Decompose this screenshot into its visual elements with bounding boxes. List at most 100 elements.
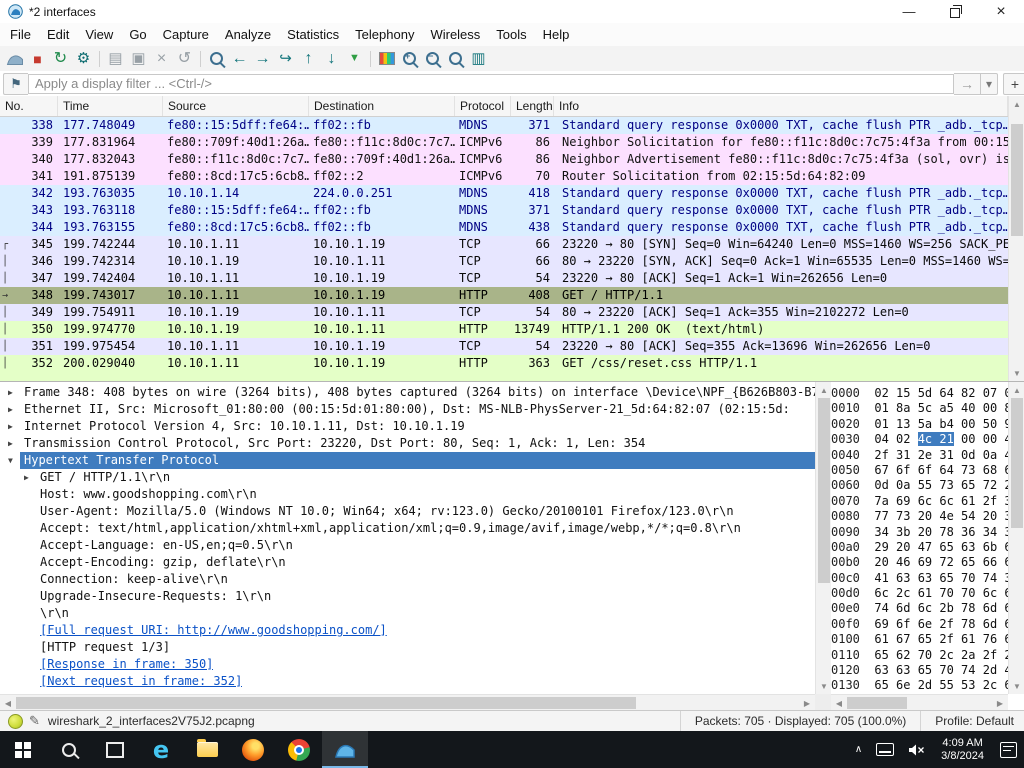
- packet-row[interactable]: 342193.76303510.10.1.14224.0.0.251MDNS41…: [0, 185, 1008, 202]
- last-packet-icon[interactable]: ↓: [320, 48, 343, 70]
- column-header-protocol[interactable]: Protocol: [455, 96, 511, 116]
- hex-line[interactable]: 0110 65 62 70 2c 2a 2f 2a 3b 71 3d 30 2e…: [831, 648, 1008, 663]
- packet-list-scrollbar[interactable]: ▲ ▼: [1008, 96, 1024, 381]
- expand-arrow-icon[interactable]: ▶: [8, 401, 24, 418]
- column-header-time[interactable]: Time: [58, 96, 163, 116]
- detail-line[interactable]: Host: www.goodshopping.com\r\n: [0, 486, 815, 503]
- packet-row[interactable]: │347199.74240410.10.1.1110.10.1.19TCP542…: [0, 270, 1008, 287]
- scrollbar-thumb[interactable]: [818, 398, 830, 583]
- packet-row[interactable]: →348199.74301710.10.1.1110.10.1.19HTTP40…: [0, 287, 1008, 304]
- detail-line[interactable]: Accept-Language: en-US,en;q=0.5\r\n: [0, 537, 815, 554]
- menu-item-wireless[interactable]: Wireless: [422, 25, 488, 44]
- detail-line[interactable]: Accept-Encoding: gzip, deflate\r\n: [0, 554, 815, 571]
- packet-row[interactable]: │351199.97545410.10.1.1110.10.1.19TCP542…: [0, 338, 1008, 355]
- capture-options-icon[interactable]: ⚙: [72, 48, 95, 70]
- detail-line[interactable]: ▼Hypertext Transfer Protocol: [0, 452, 815, 469]
- menu-item-tools[interactable]: Tools: [488, 25, 534, 44]
- detail-line[interactable]: Upgrade-Insecure-Requests: 1\r\n: [0, 588, 815, 605]
- detail-line[interactable]: [Full request URI: http://www.goodshoppi…: [0, 622, 815, 639]
- scrollbar-thumb[interactable]: [847, 697, 907, 709]
- scroll-up-icon[interactable]: ▲: [1009, 96, 1024, 112]
- zoom-out-icon[interactable]: [421, 48, 444, 70]
- column-header-destination[interactable]: Destination: [309, 96, 455, 116]
- scroll-right-icon[interactable]: ▶: [992, 695, 1008, 711]
- hex-line[interactable]: 00f0 69 6f 6e 2f 78 6d 6c 3b 71 3d 30 2e…: [831, 617, 1008, 632]
- action-center-button[interactable]: [993, 731, 1024, 768]
- scroll-right-icon[interactable]: ▶: [799, 695, 815, 711]
- column-header-info[interactable]: Info: [554, 96, 1008, 116]
- go-forward-icon[interactable]: →: [251, 48, 274, 70]
- details-horizontal-scrollbar[interactable]: ◀ ▶: [0, 694, 815, 710]
- detail-line[interactable]: ▶Internet Protocol Version 4, Src: 10.10…: [0, 418, 815, 435]
- close-file-icon[interactable]: ×: [150, 48, 173, 70]
- expand-arrow-icon[interactable]: ▶: [8, 418, 24, 435]
- packet-row[interactable]: 338177.748049fe80::15:5dff:fe64:…ff02::f…: [0, 117, 1008, 134]
- reload-file-icon[interactable]: ↺: [173, 48, 196, 70]
- hex-line[interactable]: 00a0 29 20 47 65 63 6b 6f 2f 32 30 31 30…: [831, 540, 1008, 555]
- detail-line[interactable]: [HTTP request 1/3]: [0, 639, 815, 656]
- packet-row[interactable]: │350199.97477010.10.1.1910.10.1.11HTTP13…: [0, 321, 1008, 338]
- tray-expand-button[interactable]: ∧: [848, 731, 869, 768]
- scroll-down-icon[interactable]: ▼: [1009, 678, 1024, 694]
- scroll-down-icon[interactable]: ▼: [1009, 365, 1024, 381]
- stop-capture-icon[interactable]: ■: [26, 48, 49, 70]
- menu-item-telephony[interactable]: Telephony: [347, 25, 422, 44]
- hex-line[interactable]: 0020 01 13 5a b4 00 50 9b 8a 41 6f 29 a1…: [831, 417, 1008, 432]
- hex-line[interactable]: 0040 2f 31 2e 31 0d 0a 48 6f 73 74 3a 20…: [831, 448, 1008, 463]
- zoom-in-icon[interactable]: [398, 48, 421, 70]
- go-back-icon[interactable]: ←: [228, 48, 251, 70]
- detail-line[interactable]: [Next request in frame: 352]: [0, 673, 815, 690]
- taskbar-clock[interactable]: 4:09 AM 3/8/2024: [932, 737, 993, 763]
- profile-selector[interactable]: Profile: Default: [920, 711, 1024, 731]
- scroll-up-icon[interactable]: ▲: [1009, 382, 1024, 398]
- detail-line[interactable]: ▶GET / HTTP/1.1\r\n: [0, 469, 815, 486]
- packet-row[interactable]: 344193.763155fe80::8cd:17c5:6cb8…ff02::f…: [0, 219, 1008, 236]
- menu-item-edit[interactable]: Edit: [39, 25, 77, 44]
- packet-row[interactable]: │352200.02904010.10.1.1110.10.1.19HTTP36…: [0, 355, 1008, 372]
- capture-comment-icon[interactable]: ✎: [29, 713, 40, 729]
- expert-info-icon[interactable]: [8, 714, 23, 729]
- hex-line[interactable]: 0060 0d 0a 55 73 65 72 2d 41 67 65 6e 74…: [831, 478, 1008, 493]
- scrollbar-thumb[interactable]: [1011, 398, 1023, 528]
- touch-keyboard-button[interactable]: [869, 731, 901, 768]
- taskbar-edge-button[interactable]: e: [138, 731, 184, 768]
- apply-filter-button[interactable]: →: [954, 73, 981, 95]
- menu-item-file[interactable]: File: [2, 25, 39, 44]
- hex-line[interactable]: 0090 34 3b 20 78 36 34 3b 20 72 76 3a 31…: [831, 525, 1008, 540]
- scroll-left-icon[interactable]: ◀: [831, 695, 847, 711]
- hex-line[interactable]: 0120 63 63 65 70 74 2d 4c 61 6e 67 75 61…: [831, 663, 1008, 678]
- hex-line[interactable]: 0030 04 02 4c 21 00 00 47 45 54 20 2f 20…: [831, 432, 1008, 447]
- detail-line[interactable]: User-Agent: Mozilla/5.0 (Windows NT 10.0…: [0, 503, 815, 520]
- packet-row[interactable]: [0, 372, 1008, 381]
- scroll-up-icon[interactable]: ▲: [816, 382, 832, 398]
- column-header-source[interactable]: Source: [163, 96, 309, 116]
- menu-item-statistics[interactable]: Statistics: [279, 25, 347, 44]
- start-capture-icon[interactable]: [3, 48, 26, 70]
- display-filter-input[interactable]: [28, 74, 954, 94]
- detail-line[interactable]: \r\n: [0, 605, 815, 622]
- hex-line[interactable]: 00c0 41 63 63 65 70 74 3a 20 74 65 78 74…: [831, 571, 1008, 586]
- auto-scroll-icon[interactable]: ▼: [343, 48, 366, 70]
- packet-row[interactable]: 341191.875139fe80::8cd:17c5:6cb8…ff02::2…: [0, 168, 1008, 185]
- save-file-icon[interactable]: ▣: [127, 48, 150, 70]
- colorize-icon[interactable]: [375, 48, 398, 70]
- menu-item-help[interactable]: Help: [535, 25, 578, 44]
- menu-item-analyze[interactable]: Analyze: [217, 25, 279, 44]
- volume-button[interactable]: [901, 731, 932, 768]
- find-packet-icon[interactable]: [205, 48, 228, 70]
- open-file-icon[interactable]: ▤: [104, 48, 127, 70]
- scroll-left-icon[interactable]: ◀: [0, 695, 16, 711]
- hex-line[interactable]: 0070 7a 69 6c 6c 61 2f 35 2e 30 20 28 57…: [831, 494, 1008, 509]
- detail-line[interactable]: ▶Transmission Control Protocol, Src Port…: [0, 435, 815, 452]
- packet-row[interactable]: 343193.763118fe80::15:5dff:fe64:…ff02::f…: [0, 202, 1008, 219]
- packet-row[interactable]: │349199.75491110.10.1.1910.10.1.11TCP548…: [0, 304, 1008, 321]
- start-button[interactable]: [0, 731, 46, 768]
- expand-arrow-icon[interactable]: ▶: [8, 384, 24, 401]
- detail-line[interactable]: [Response in frame: 350]: [0, 656, 815, 673]
- hex-line[interactable]: 00d0 6c 2c 61 70 70 6c 69 63 61 74 69 6f…: [831, 586, 1008, 601]
- taskbar-search-button[interactable]: [46, 731, 92, 768]
- packet-row[interactable]: 340177.832043fe80::f11c:8d0c:7c7…fe80::7…: [0, 151, 1008, 168]
- column-header-length[interactable]: Length: [511, 96, 554, 116]
- packet-row[interactable]: │346199.74231410.10.1.1910.10.1.11TCP668…: [0, 253, 1008, 270]
- expand-arrow-icon[interactable]: ▶: [8, 435, 24, 452]
